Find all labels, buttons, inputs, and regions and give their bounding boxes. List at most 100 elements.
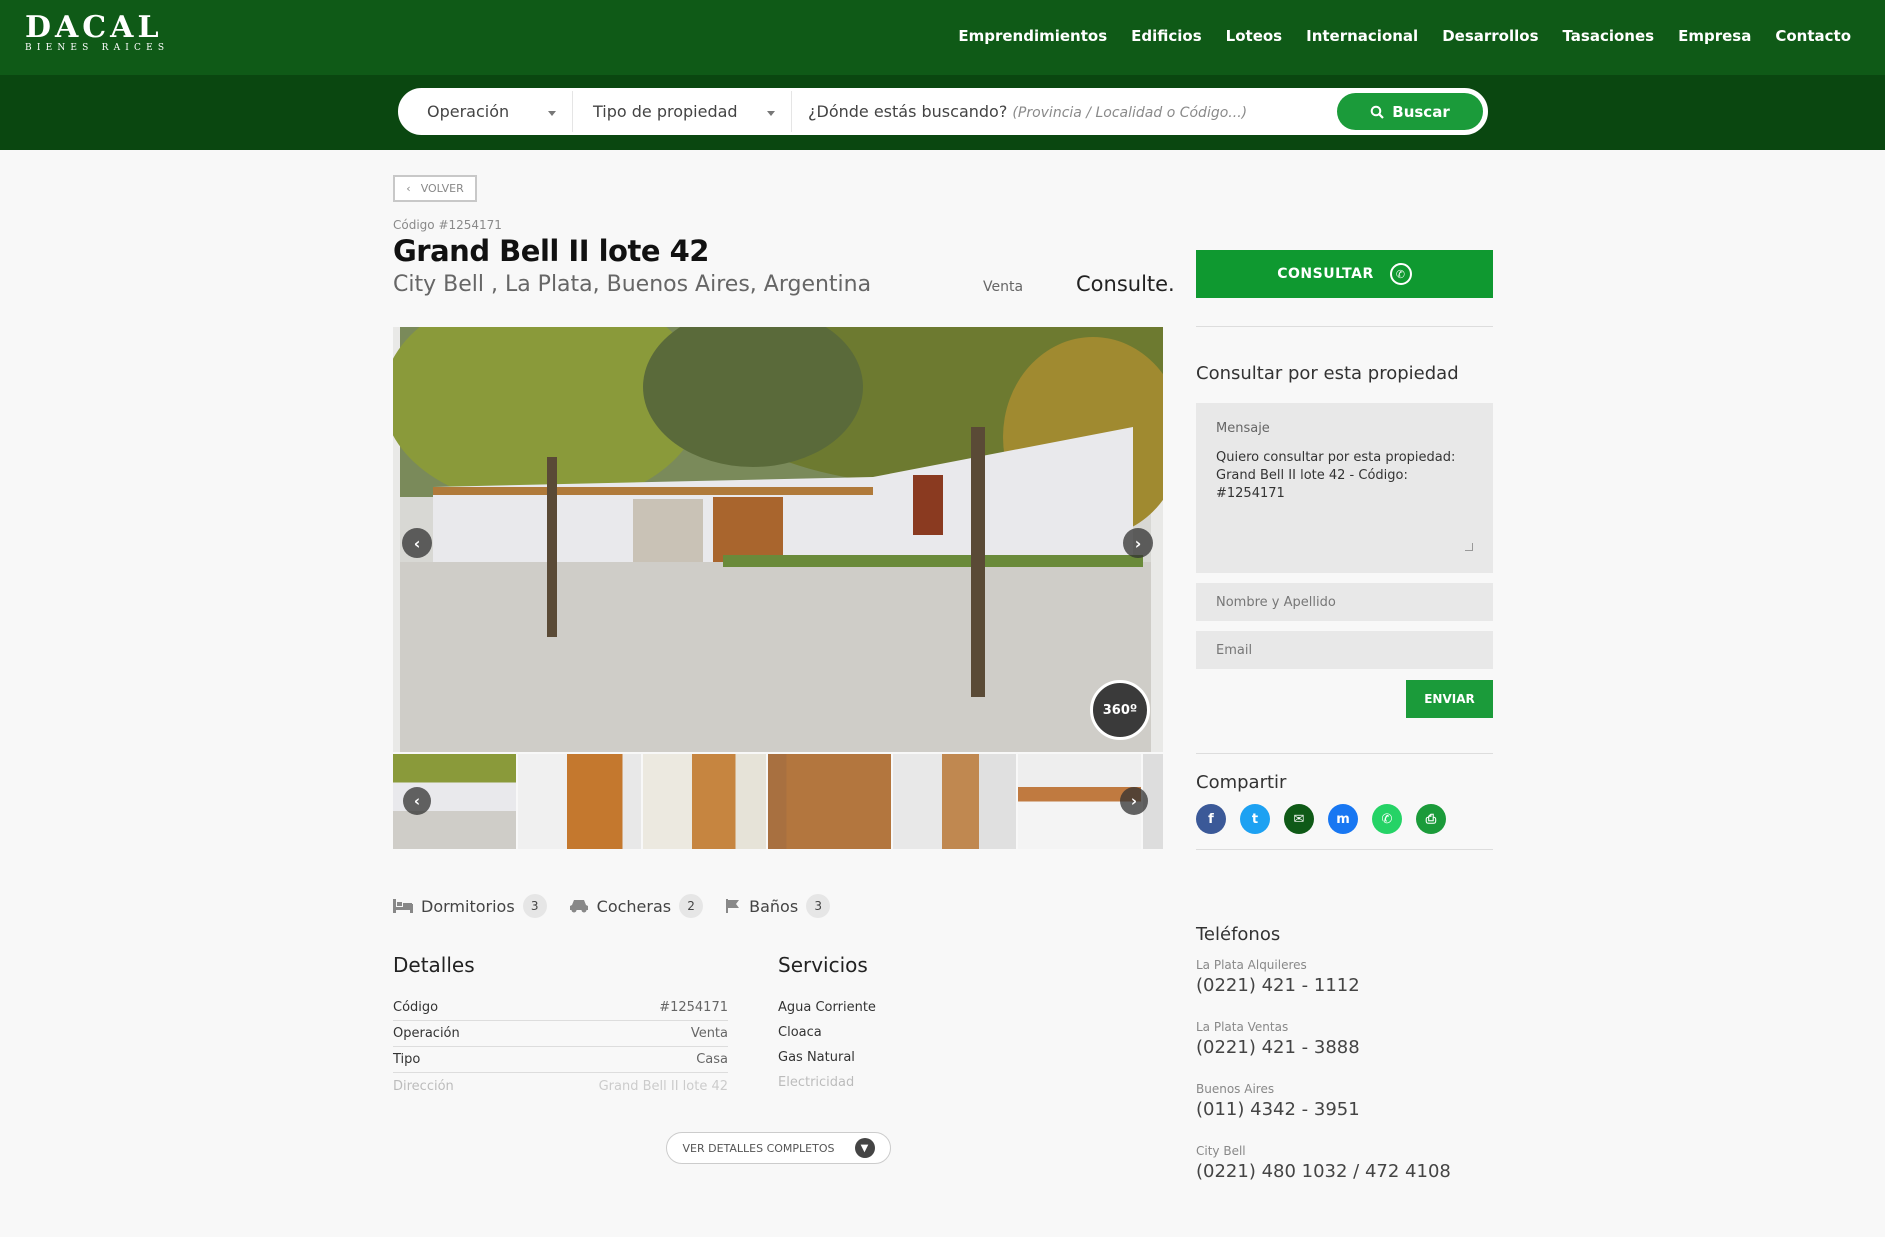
view-full-details-label: VER DETALLES COMPLETOS [682, 1141, 835, 1155]
photo-prev-button[interactable]: ‹ [402, 528, 432, 558]
top-header: DACAL BIENES RAICES Emprendimientos Edif… [0, 0, 1885, 75]
search-button[interactable]: Buscar [1337, 93, 1483, 130]
back-button-label: VOLVER [420, 182, 464, 195]
nav-loteos[interactable]: Loteos [1226, 27, 1282, 45]
email-icon[interactable]: ✉ [1284, 804, 1314, 834]
house-photo [393, 327, 1163, 752]
thumbnail-3[interactable] [643, 754, 766, 849]
services-list: Agua Corriente Cloaca Gas Natural Electr… [778, 995, 876, 1095]
resize-handle-icon[interactable] [1465, 543, 1473, 551]
view-full-details-button[interactable]: VER DETALLES COMPLETOS ▼ [666, 1132, 891, 1164]
services-title: Servicios [778, 953, 868, 977]
detail-key: Dirección [393, 1078, 454, 1094]
send-button[interactable]: ENVIAR [1406, 680, 1493, 718]
thumbnail-strip: ‹ › [393, 754, 1163, 849]
bath-icon [726, 899, 740, 913]
phones-title: Teléfonos [1196, 924, 1281, 945]
nav-internacional[interactable]: Internacional [1306, 27, 1418, 45]
messenger-icon[interactable]: m [1328, 804, 1358, 834]
property-location: City Bell , La Plata, Buenos Aires, Arge… [393, 272, 872, 297]
caret-down-icon [767, 111, 775, 116]
message-line: Grand Bell II lote 42 - Código: #1254171 [1216, 468, 1408, 501]
details-title: Detalles [393, 953, 475, 977]
nav-desarrollos[interactable]: Desarrollos [1442, 27, 1538, 45]
property-title: Grand Bell II lote 42 [393, 234, 709, 268]
facebook-icon[interactable]: f [1196, 804, 1226, 834]
thumbnail-next-button[interactable]: › [1120, 787, 1148, 815]
phone-item: City Bell (0221) 480 1032 / 472 4108 [1196, 1144, 1451, 1206]
main-nav: Emprendimientos Edificios Loteos Interna… [958, 27, 1851, 45]
phone-number[interactable]: (0221) 421 - 1112 [1196, 975, 1451, 996]
view-360-button[interactable]: 360º [1090, 680, 1150, 740]
detail-value: Venta [690, 1026, 728, 1041]
phone-number[interactable]: (011) 4342 - 3951 [1196, 1099, 1451, 1120]
photo-next-button[interactable]: › [1123, 528, 1153, 558]
email-field[interactable]: Email [1196, 631, 1493, 669]
detail-row: Tipo Casa [393, 1047, 728, 1073]
consultar-whatsapp-button[interactable]: CONSULTAR ✆ [1196, 250, 1493, 298]
message-line: Quiero consultar por esta propiedad: [1216, 450, 1456, 465]
nav-edificios[interactable]: Edificios [1131, 27, 1202, 45]
location-search-input[interactable]: ¿Dónde estás buscando? (Provincia / Loca… [792, 102, 1337, 121]
service-item: Agua Corriente [778, 1000, 876, 1015]
twitter-icon[interactable]: t [1240, 804, 1270, 834]
consultar-label: CONSULTAR [1277, 266, 1374, 282]
feature-count: 2 [679, 894, 704, 918]
phone-number[interactable]: (0221) 421 - 3888 [1196, 1037, 1451, 1058]
car-icon [569, 900, 588, 913]
contact-form-title: Consultar por esta propiedad [1196, 363, 1459, 384]
feature-dormitorios: Dormitorios 3 [393, 894, 547, 918]
feature-label: Baños [749, 896, 799, 916]
feature-cocheras: Cocheras 2 [569, 894, 704, 918]
search-bar: Operación Tipo de propiedad ¿Dónde estás… [398, 88, 1488, 135]
service-item: Cloaca [778, 1025, 822, 1040]
detail-value: Casa [696, 1052, 728, 1067]
whatsapp-icon: ✆ [1389, 263, 1412, 285]
property-type-select[interactable]: Tipo de propiedad [573, 91, 792, 132]
whatsapp-icon[interactable]: ✆ [1372, 804, 1402, 834]
feature-label: Cocheras [596, 896, 672, 916]
phone-city: Buenos Aires [1196, 1082, 1275, 1096]
search-button-label: Buscar [1392, 102, 1450, 121]
property-type-label: Tipo de propiedad [593, 102, 738, 121]
nav-tasaciones[interactable]: Tasaciones [1563, 27, 1655, 45]
feature-count: 3 [806, 894, 831, 918]
phone-item: Buenos Aires (011) 4342 - 3951 [1196, 1082, 1451, 1144]
dacal-logo[interactable]: DACAL BIENES RAICES [25, 12, 169, 54]
feature-count: 3 [522, 894, 547, 918]
back-button[interactable]: ‹ VOLVER [393, 175, 477, 202]
thumbnail-4[interactable] [768, 754, 891, 849]
divider [1196, 849, 1493, 850]
service-item: Gas Natural [778, 1050, 855, 1065]
detail-row: Código #1254171 [393, 995, 728, 1021]
search-band: Operación Tipo de propiedad ¿Dónde estás… [0, 75, 1885, 150]
phone-number[interactable]: (0221) 480 1032 / 472 4108 [1196, 1161, 1451, 1182]
nav-emprendimientos[interactable]: Emprendimientos [958, 27, 1107, 45]
operation-select-label: Operación [427, 102, 510, 121]
thumbnail-prev-button[interactable]: ‹ [403, 787, 431, 815]
phone-city: City Bell [1196, 1144, 1246, 1158]
bed-icon [393, 899, 413, 913]
main-photo[interactable]: ‹ › 360º [393, 327, 1163, 752]
divider [1196, 326, 1493, 327]
message-label: Mensaje [1216, 421, 1270, 436]
message-textarea[interactable]: Mensaje Quiero consultar por esta propie… [1196, 403, 1493, 573]
share-buttons: f t ✉ m ✆ ⎙ [1196, 804, 1446, 834]
detail-row: Operación Venta [393, 1021, 728, 1047]
operation-select[interactable]: Operación [401, 91, 573, 132]
print-icon[interactable]: ⎙ [1416, 804, 1446, 834]
name-field[interactable]: Nombre y Apellido [1196, 583, 1493, 621]
detail-key: Código [393, 1000, 439, 1015]
chevron-down-icon: ▼ [854, 1138, 875, 1158]
nav-empresa[interactable]: Empresa [1678, 27, 1751, 45]
detail-value: #1254171 [659, 1000, 728, 1015]
thumbnail-2[interactable] [518, 754, 641, 849]
nav-contacto[interactable]: Contacto [1775, 27, 1851, 45]
thumbnail-5[interactable] [893, 754, 1016, 849]
feature-summary: Dormitorios 3 Cocheras 2 Baños 3 [393, 894, 831, 918]
phone-city: La Plata Ventas [1196, 1020, 1289, 1034]
detail-row: Dirección Grand Bell II lote 42 [393, 1073, 728, 1099]
phones-list: La Plata Alquileres (0221) 421 - 1112 La… [1196, 958, 1451, 1206]
property-code: Código #1254171 [393, 218, 502, 232]
detail-value: Grand Bell II lote 42 [598, 1078, 728, 1094]
